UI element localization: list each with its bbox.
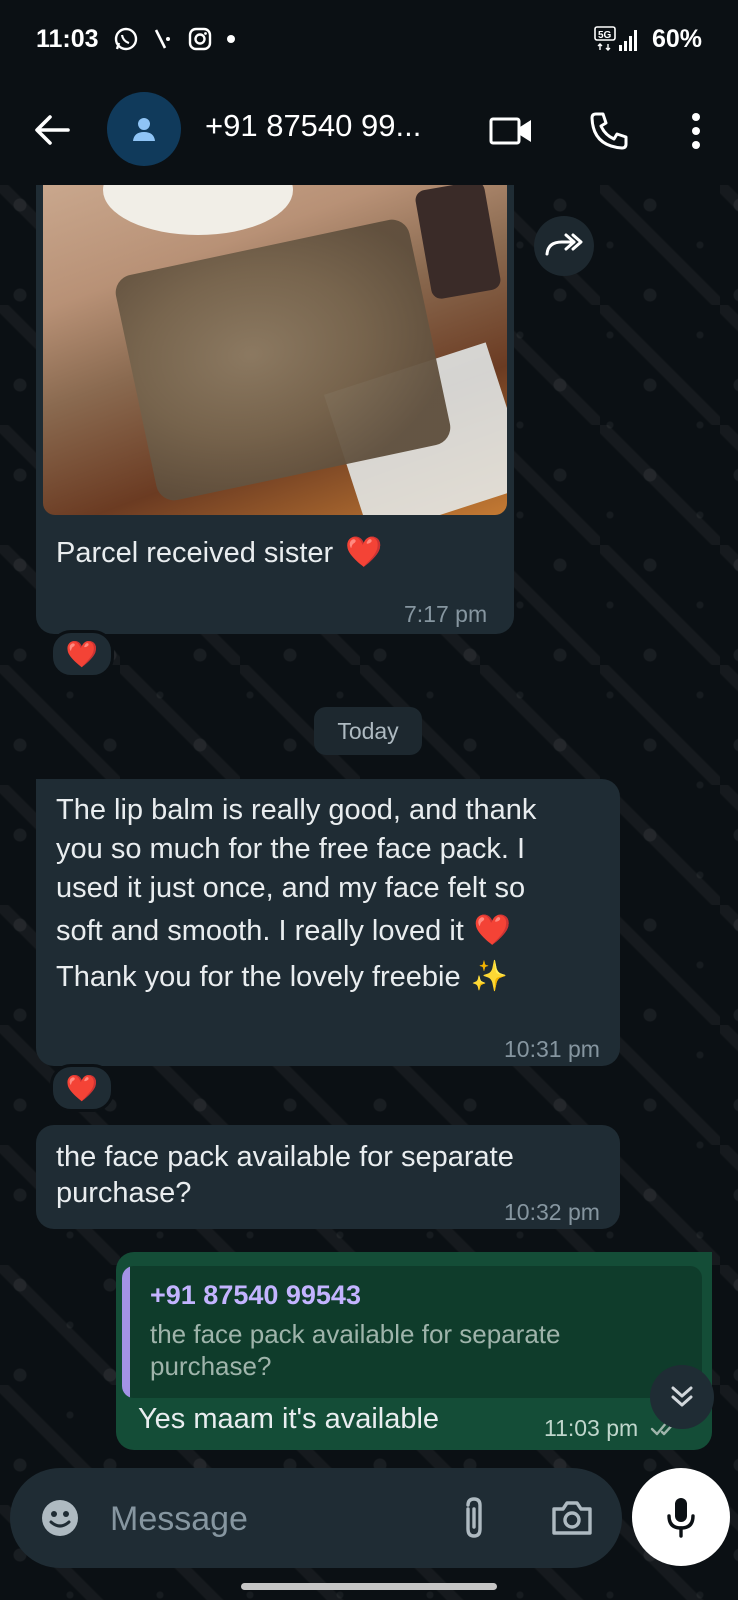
message-line: you so much for the free face pack. I <box>56 833 526 865</box>
message-text-block: The lip balm is really good, and thank y… <box>56 791 616 1000</box>
status-right: 5G 60% <box>594 25 702 54</box>
phone-icon <box>590 112 628 150</box>
home-indicator[interactable] <box>241 1583 497 1590</box>
message-line: The lip balm is really good, and thank <box>56 794 537 826</box>
camera-icon <box>552 1501 592 1535</box>
message-bubble-incoming[interactable]: the face pack available for separate pur… <box>36 1125 620 1229</box>
message-bubble-incoming[interactable]: The lip balm is really good, and thank y… <box>36 779 620 1066</box>
message-line: the face pack available for separate <box>56 1141 514 1173</box>
whatsapp-icon <box>113 26 139 52</box>
more-vert-icon <box>692 113 700 149</box>
date-separator: Today <box>314 707 422 755</box>
message-line: soft and smooth. I really loved it <box>56 914 464 947</box>
photo-detail <box>103 185 293 235</box>
message-image[interactable] <box>43 185 507 515</box>
back-button[interactable] <box>30 108 74 152</box>
svg-text:5G: 5G <box>598 30 612 41</box>
message-line: used it just once, and my face felt so <box>56 872 526 904</box>
contact-avatar[interactable] <box>107 92 181 166</box>
message-line-with-emoji: Thank you for the lovely freebie ✨ <box>56 954 616 1000</box>
message-text: Parcel received sister <box>56 537 334 569</box>
heart-emoji: ❤️ <box>345 536 383 569</box>
video-call-button[interactable] <box>486 106 536 156</box>
message-reaction[interactable]: ❤️ <box>50 1064 114 1112</box>
message-line: purchase? <box>56 1177 192 1209</box>
quote-author: +91 87540 99543 <box>150 1280 361 1310</box>
video-call-icon <box>489 117 531 145</box>
notification-dot-icon <box>226 35 235 43</box>
chat-header: +91 87540 99... <box>0 78 738 185</box>
camera-button[interactable] <box>546 1494 598 1542</box>
signal-icon: 5G <box>594 25 642 53</box>
scroll-to-bottom-button[interactable] <box>650 1365 714 1429</box>
quoted-message[interactable]: +91 87540 99543 the face pack available … <box>122 1266 702 1398</box>
heart-reaction-icon: ❤️ <box>65 639 99 669</box>
status-bar: 11:03 5G 60% <box>0 0 738 78</box>
message-time: 10:31 pm <box>504 1036 600 1062</box>
message-time: 7:17 pm <box>404 601 488 627</box>
message-text-block: the face pack available for separate pur… <box>56 1139 576 1211</box>
status-left: 11:03 <box>36 25 235 54</box>
emoji-icon <box>42 1500 78 1536</box>
message-compose-bar <box>10 1468 622 1568</box>
double-chevron-down-icon <box>671 1386 693 1407</box>
message-time: 11:03 pm <box>544 1415 639 1441</box>
photo-detail <box>413 185 503 301</box>
message-reaction[interactable]: ❤️ <box>50 630 114 678</box>
status-time: 11:03 <box>36 24 99 53</box>
message-text: Yes maam it's available <box>138 1403 440 1435</box>
more-options-button[interactable] <box>676 106 716 156</box>
instagram-icon <box>187 26 213 52</box>
back-arrow-icon <box>35 115 70 145</box>
quote-line: the face pack available for separate <box>150 1319 561 1349</box>
quote-text: the face pack available for separate pur… <box>150 1318 690 1382</box>
message-line-with-emoji: soft and smooth. I really loved it ❤️ <box>56 908 616 954</box>
paperclip-icon <box>466 1497 482 1538</box>
heart-reaction-icon: ❤️ <box>65 1073 99 1103</box>
attach-button[interactable] <box>450 1494 498 1542</box>
sparkles-emoji: ✨ <box>470 960 508 993</box>
message-time: 10:32 pm <box>504 1199 600 1225</box>
quote-accent-bar <box>122 1266 130 1398</box>
message-text-row: Parcel received sister ❤️ <box>56 534 383 572</box>
voice-message-button[interactable] <box>632 1468 730 1566</box>
contact-name[interactable]: +91 87540 99... <box>205 108 421 144</box>
missed-call-icon <box>153 26 173 52</box>
avatar-icon <box>133 118 155 141</box>
battery-percent: 60% <box>651 24 702 53</box>
forward-button[interactable] <box>534 216 594 276</box>
message-input[interactable] <box>108 1490 412 1548</box>
message-line: Thank you for the lovely freebie <box>56 960 461 993</box>
emoji-button[interactable] <box>36 1494 84 1542</box>
heart-emoji: ❤️ <box>473 914 512 947</box>
voice-call-button[interactable] <box>584 106 634 156</box>
quote-line: purchase? <box>150 1351 272 1381</box>
forward-icon <box>545 233 583 256</box>
microphone-icon <box>667 1498 695 1538</box>
